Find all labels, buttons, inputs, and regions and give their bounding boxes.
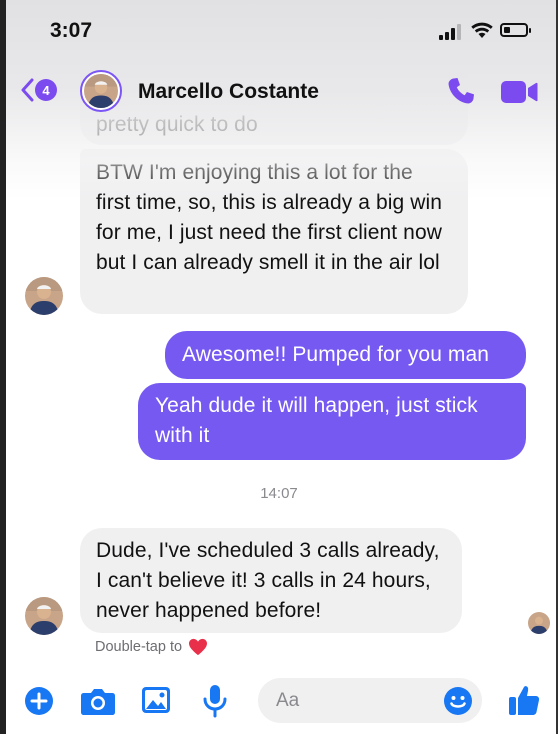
timestamp: 14:07 (260, 485, 298, 502)
camera-icon[interactable] (80, 686, 116, 716)
message-text: Awesome!! Pumped for you man (182, 343, 490, 366)
message-text: Dude, I've scheduled 3 calls already, I … (96, 539, 440, 622)
messenger-screen: pretty quick to do BTW I'm enjoying this… (0, 0, 558, 734)
emoji-icon[interactable] (443, 686, 473, 716)
message-text: BTW I'm enjoying this a lot for the firs… (96, 161, 443, 274)
status-bar: 3:07 (0, 0, 558, 60)
unread-badge: 4 (35, 79, 57, 101)
sender-avatar[interactable] (25, 597, 63, 635)
thumbs-up-icon[interactable] (508, 684, 540, 716)
message-input[interactable]: Aa (258, 678, 482, 723)
message-text: Yeah dude it will happen, just stick wit… (155, 394, 478, 447)
message-input-placeholder: Aa (276, 690, 300, 711)
seen-indicator-avatar (528, 612, 550, 634)
message-bubble-incoming[interactable]: Dude, I've scheduled 3 calls already, I … (80, 528, 462, 633)
contact-name[interactable]: Marcello Costante (138, 80, 319, 104)
back-button[interactable]: 4 (20, 78, 57, 102)
video-camera-icon[interactable] (500, 80, 538, 104)
wifi-icon (471, 22, 493, 38)
back-chevron-icon (21, 78, 34, 102)
conversation-header: 4 Marcello Costante (0, 62, 558, 122)
double-tap-text: Double-tap to (95, 639, 183, 655)
microphone-icon[interactable] (203, 684, 227, 718)
message-bubble-outgoing[interactable]: Awesome!! Pumped for you man (165, 331, 526, 379)
double-tap-hint: Double-tap to (95, 638, 208, 656)
composer-bar: Aa (0, 672, 558, 734)
signal-icon (439, 24, 461, 40)
heart-icon (189, 638, 208, 656)
battery-icon (500, 23, 531, 37)
phone-icon[interactable] (446, 76, 476, 106)
sender-avatar[interactable] (25, 277, 63, 315)
plus-icon[interactable] (24, 686, 54, 716)
window-left-edge (0, 0, 6, 734)
gallery-icon[interactable] (141, 686, 171, 714)
contact-avatar[interactable] (80, 70, 122, 112)
message-bubble-incoming[interactable]: BTW I'm enjoying this a lot for the firs… (80, 149, 468, 314)
status-time: 3:07 (50, 19, 93, 42)
message-bubble-outgoing[interactable]: Yeah dude it will happen, just stick wit… (138, 383, 526, 460)
